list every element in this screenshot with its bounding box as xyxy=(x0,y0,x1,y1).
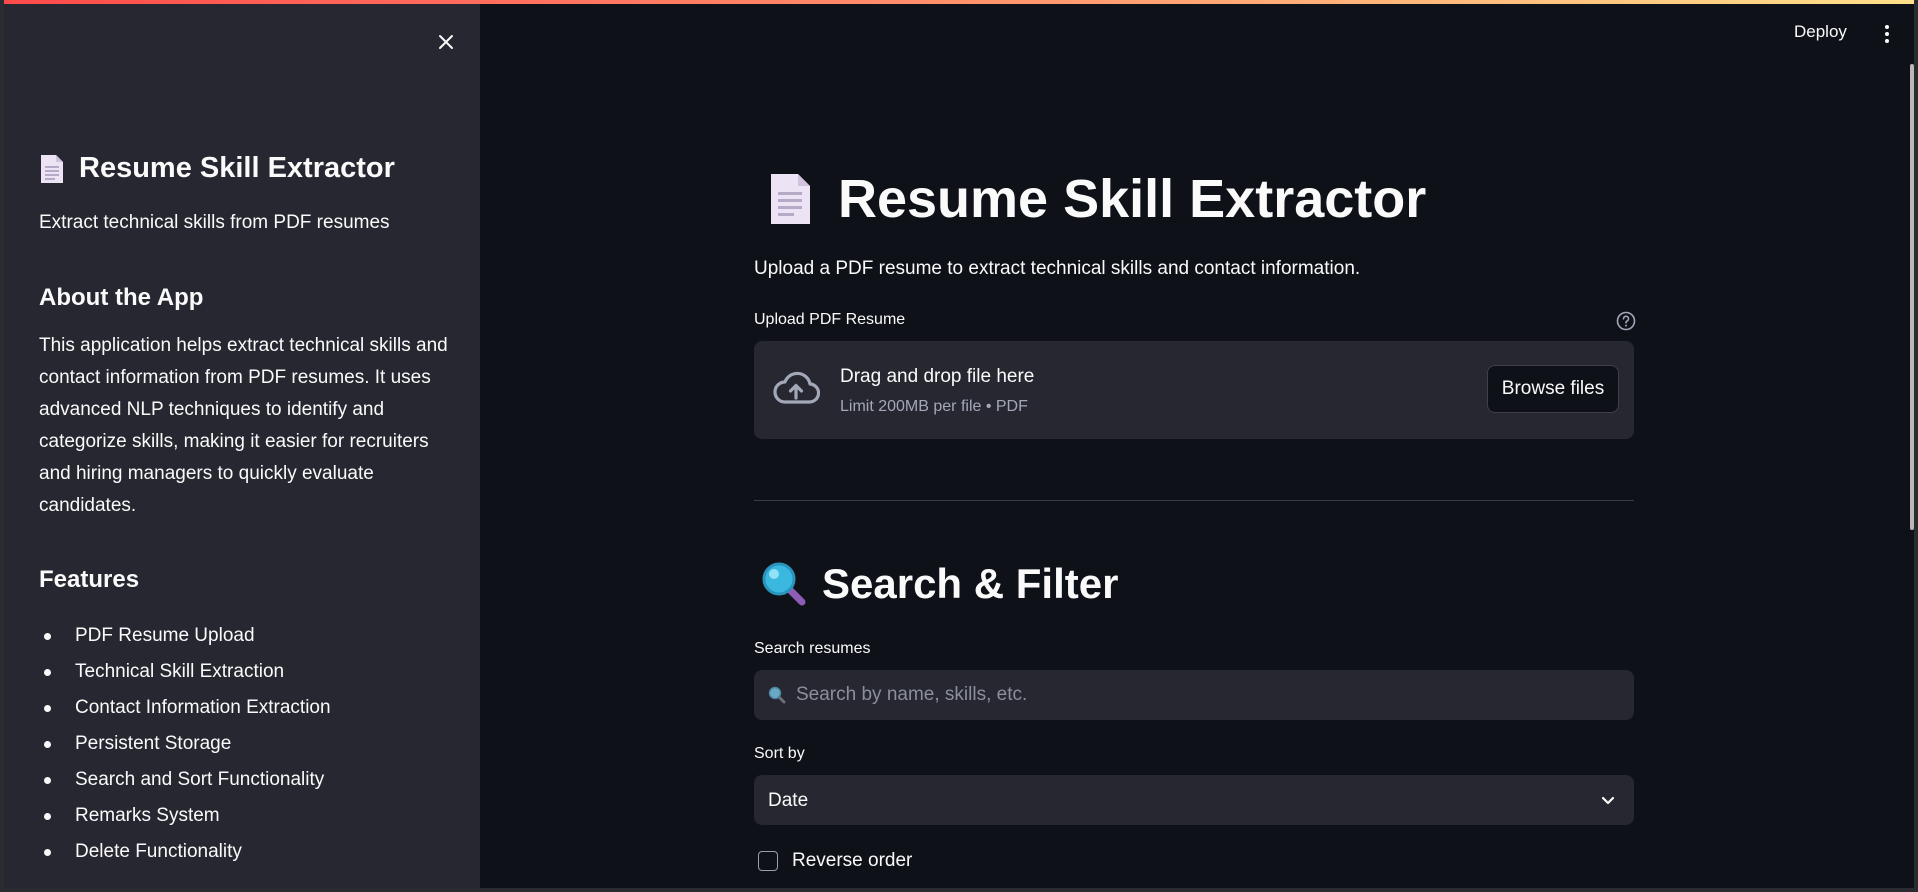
sidebar-title: Resume Skill Extractor xyxy=(39,152,395,185)
sidebar-title-text: Resume Skill Extractor xyxy=(79,152,395,184)
document-icon xyxy=(771,174,810,224)
magnifier-icon xyxy=(762,562,806,606)
sort-label: Sort by xyxy=(754,745,805,762)
feature-item: Search and Sort Functionality xyxy=(39,762,331,798)
reverse-order-checkbox[interactable]: Reverse order xyxy=(758,850,912,872)
feature-item: Contact Information Extraction xyxy=(39,690,331,726)
section-title: Search & Filter xyxy=(760,560,1118,608)
close-icon xyxy=(439,35,453,49)
deploy-button[interactable]: Deploy xyxy=(1794,22,1847,42)
feature-item: Delete Functionality xyxy=(39,834,331,870)
magnifier-icon xyxy=(768,686,786,704)
kebab-menu-icon xyxy=(1885,25,1889,29)
file-dropzone[interactable]: Drag and drop file here Limit 200MB per … xyxy=(754,341,1634,439)
features-heading: Features xyxy=(39,566,140,593)
about-text: This application helps extract technical… xyxy=(39,335,448,516)
kebab-dot xyxy=(1885,32,1889,36)
sort-selected-value: Date xyxy=(768,790,809,811)
dropzone-instructions: Drag and drop file here xyxy=(840,366,1035,387)
divider xyxy=(754,500,1634,501)
sort-select[interactable]: Date xyxy=(754,775,1634,825)
section-title-text: Search & Filter xyxy=(822,560,1119,607)
cloud-upload-icon xyxy=(773,371,820,404)
reverse-order-label: Reverse order xyxy=(792,850,913,871)
help-icon[interactable] xyxy=(1616,311,1636,331)
checkbox-box[interactable] xyxy=(758,851,778,871)
feature-item: PDF Resume Upload xyxy=(39,618,331,654)
document-icon xyxy=(41,154,63,183)
browse-files-button[interactable]: Browse files xyxy=(1487,365,1619,413)
scrollbar[interactable] xyxy=(1910,64,1914,530)
chevron-down-icon xyxy=(1601,796,1615,805)
dropzone-limit: Limit 200MB per file • PDF xyxy=(840,398,1028,415)
feature-item: Persistent Storage xyxy=(39,726,331,762)
feature-item: Technical Skill Extraction xyxy=(39,654,331,690)
search-field[interactable] xyxy=(754,670,1634,720)
features-list: PDF Resume Upload Technical Skill Extrac… xyxy=(39,618,331,870)
close-sidebar-button[interactable] xyxy=(430,26,462,58)
sidebar-subtitle: Extract technical skills from PDF resume… xyxy=(39,212,390,233)
upload-label: Upload PDF Resume xyxy=(754,311,906,328)
search-input[interactable] xyxy=(796,670,1616,720)
main-menu-button[interactable] xyxy=(1880,22,1894,46)
kebab-dot xyxy=(1885,39,1889,43)
search-label: Search resumes xyxy=(754,640,871,657)
about-heading: About the App xyxy=(39,284,204,311)
page-description: Upload a PDF resume to extract technical… xyxy=(754,258,1361,279)
feature-item: Remarks System xyxy=(39,798,331,834)
app-window: Resume Skill Extractor Extract technical… xyxy=(4,0,1914,888)
page-title: Resume Skill Extractor xyxy=(768,168,1426,230)
sidebar: Resume Skill Extractor Extract technical… xyxy=(4,4,480,888)
page-title-text: Resume Skill Extractor xyxy=(838,169,1427,229)
